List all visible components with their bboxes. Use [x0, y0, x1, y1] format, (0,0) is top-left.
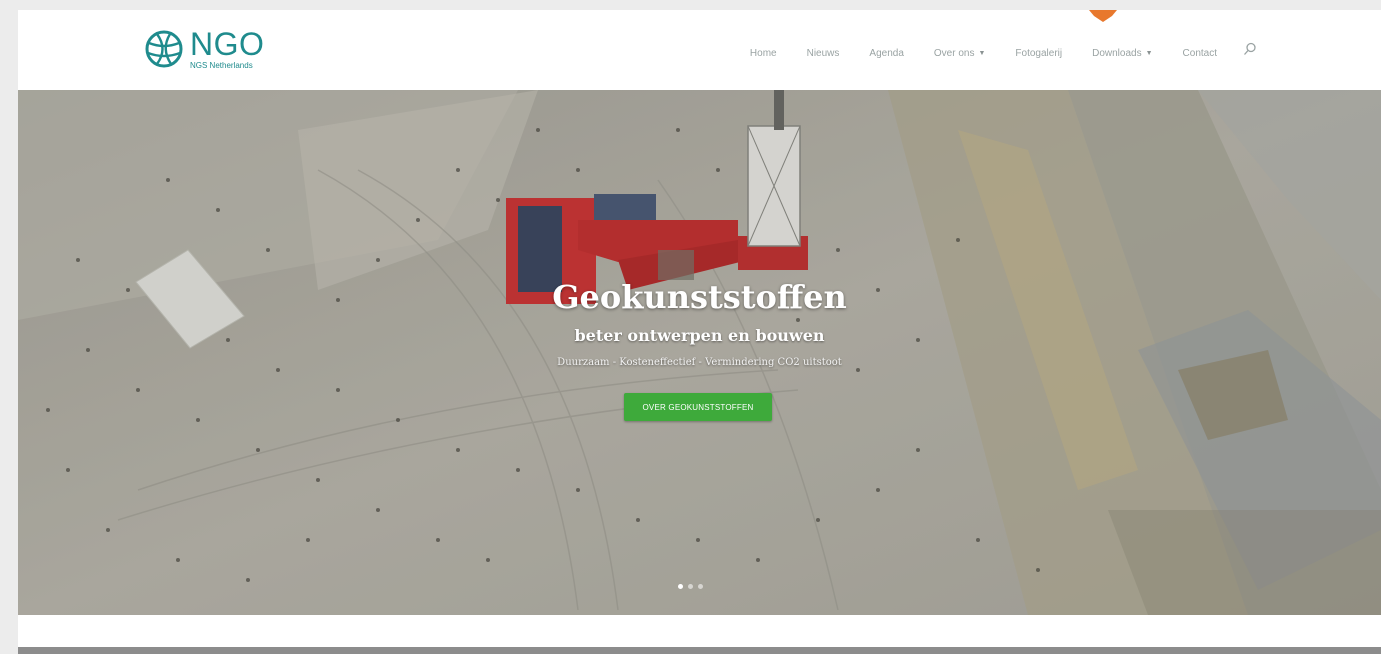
slider-dot-2[interactable]: [688, 584, 693, 589]
nav-label: Contact: [1182, 47, 1217, 59]
orange-accent-tab: [1089, 10, 1117, 22]
slider-dot-3[interactable]: [698, 584, 703, 589]
hero-slider: Geokunststoffen beter ontwerpen en bouwe…: [18, 90, 1381, 615]
hero-cta-button[interactable]: OVER GEOKUNSTSTOFFEN: [624, 393, 772, 421]
main-nav: Home Nieuws Agenda Over ons ▼ Fotogalerij…: [720, 42, 1257, 60]
slider-dot-1[interactable]: [678, 584, 683, 589]
caret-down-icon: ▼: [978, 49, 986, 57]
nav-label: Agenda: [869, 47, 904, 59]
logo-name: NGO: [190, 26, 265, 62]
nav-item-fotogalerij[interactable]: Fotogalerij: [1015, 48, 1062, 59]
nav-item-over-ons[interactable]: Over ons ▼: [934, 48, 986, 59]
nav-label: Downloads: [1092, 47, 1142, 59]
caret-down-icon: ▼: [1145, 49, 1153, 57]
nav-label: Nieuws: [806, 47, 840, 59]
hero-tagline: Duurzaam - Kosteneffectief - Verminderin…: [557, 357, 842, 368]
site-logo[interactable]: NGO NGS Netherlands: [144, 24, 264, 74]
nav-item-downloads[interactable]: Downloads ▼: [1092, 48, 1152, 59]
slider-pagination: [678, 584, 703, 589]
hero-title: Geokunststoffen: [552, 278, 847, 316]
bottom-border: [18, 647, 1381, 654]
browser-viewport: NGO NGS Netherlands Home Nieuws Agenda O…: [18, 10, 1381, 647]
search-icon[interactable]: [1243, 42, 1257, 56]
nav-item-home[interactable]: Home: [750, 48, 777, 59]
hero-overlay: [18, 90, 1381, 615]
logo-subtitle: NGS Netherlands: [190, 61, 253, 70]
hero-subtitle: beter ontwerpen en bouwen: [574, 326, 825, 345]
nav-item-agenda[interactable]: Agenda: [869, 48, 903, 59]
nav-label: Over ons: [933, 47, 975, 59]
site-header: NGO NGS Netherlands Home Nieuws Agenda O…: [18, 10, 1381, 90]
nav-label: Fotogalerij: [1015, 47, 1063, 59]
nav-item-nieuws[interactable]: Nieuws: [807, 48, 840, 59]
nav-item-contact[interactable]: Contact: [1183, 48, 1217, 59]
nav-label: Home: [749, 47, 777, 59]
globe-logo-icon: [145, 30, 183, 68]
